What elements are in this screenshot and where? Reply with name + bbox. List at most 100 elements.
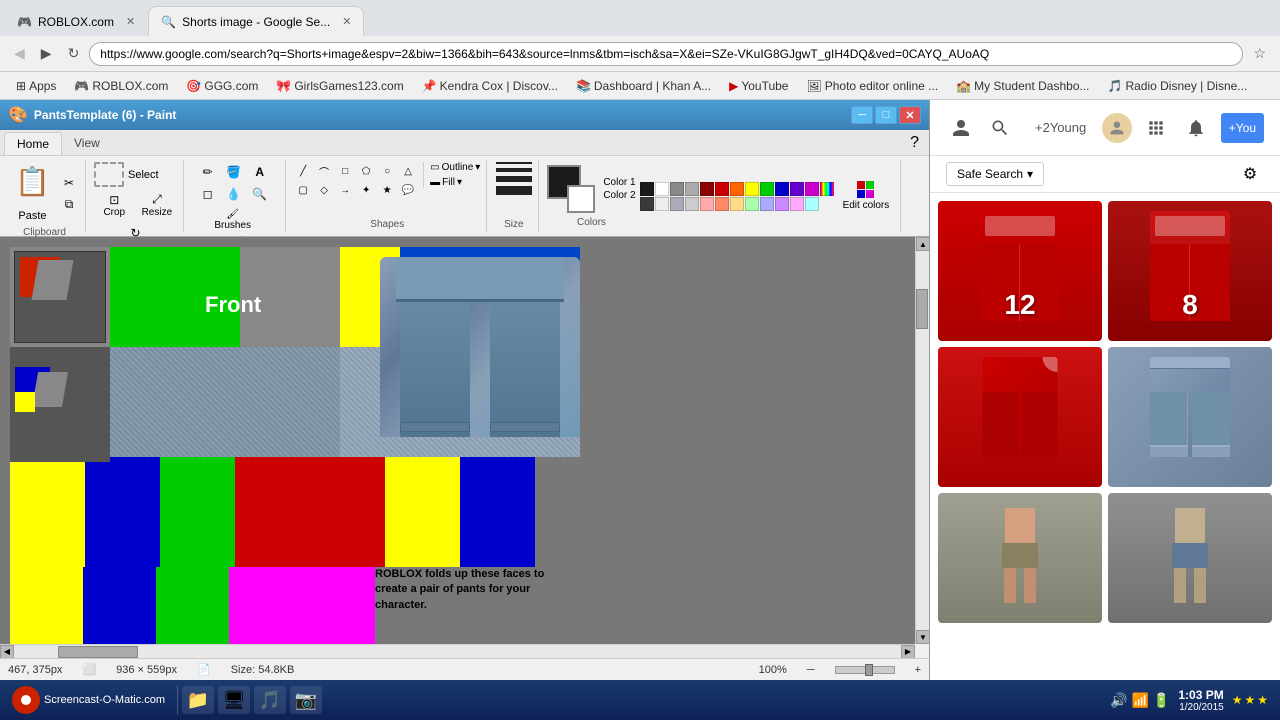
tab-shorts[interactable]: 🔍 Shorts image - Google Se... ✕ [148,6,364,36]
fill-tool[interactable]: 🪣 [224,162,244,182]
vertical-scrollbar[interactable]: ▲ ▼ [915,237,929,644]
pal-white[interactable] [655,182,669,196]
result-item-6[interactable] [1108,493,1272,623]
forward-button[interactable]: ▶ [35,43,58,64]
tab-home[interactable]: Home [4,132,62,155]
pal-cyan[interactable] [805,197,819,211]
zoom-plus[interactable]: + [915,664,921,676]
paint-canvas-scroll[interactable]: Back Front [0,237,915,644]
screencast-item[interactable]: Screencast-O-Matic.com [4,686,173,714]
tab-roblox[interactable]: 🎮 ROBLOX.com ✕ [4,6,148,36]
rrect-tool[interactable]: ▢ [294,181,312,199]
bookmark-radio[interactable]: 🎵 Radio Disney | Disne... [1100,77,1256,95]
bookmark-ggg[interactable]: 🎯 GGG.com [178,77,266,95]
result-image-4[interactable] [1108,347,1272,487]
paint-canvas[interactable]: Back Front [10,247,580,644]
brushes-button[interactable]: 🖌 Brushes [198,206,268,234]
pal-black[interactable] [640,182,654,196]
back-button[interactable]: ◀ [8,43,31,64]
zoom-thumb[interactable] [865,664,873,676]
hscroll-thumb[interactable] [58,646,138,658]
pal-purple[interactable] [790,182,804,196]
pal-yellow[interactable] [745,182,759,196]
tray-icon-3[interactable]: 🔋 [1153,692,1170,709]
maximize-button[interactable]: □ [875,106,897,124]
address-bar[interactable] [89,42,1243,66]
resize-button[interactable]: ⤢ Resize [137,189,178,221]
copy-button[interactable]: ⧉ [59,195,79,215]
pal-lightyellow[interactable] [730,197,744,211]
pal-red[interactable] [715,182,729,196]
paste-label[interactable]: Paste [13,207,51,225]
pal-gray1[interactable] [670,182,684,196]
bookmark-khan[interactable]: 📚 Dashboard | Khan A... [568,77,719,95]
line-tool[interactable]: ╱ [294,162,312,180]
star-button[interactable]: ☆ [1247,43,1272,64]
minimize-button[interactable]: ─ [851,106,873,124]
avatar[interactable] [1102,113,1132,143]
taskbar-music[interactable]: 🎵 [254,686,286,714]
settings-btn[interactable]: ⚙ [1236,160,1264,188]
notifications-btn[interactable] [1181,113,1211,143]
bookmark-youtube[interactable]: ▶ YouTube [721,77,796,95]
search-icon-btn[interactable] [986,113,1016,143]
eraser-tool[interactable]: ◻ [198,184,218,204]
pal-bluegray[interactable] [670,197,684,211]
text-tool[interactable]: A [250,162,270,182]
bookmark-student[interactable]: 🏫 My Student Dashbo... [948,77,1097,95]
pal-lightgreen[interactable] [745,197,759,211]
taskbar-computer[interactable]: 🖥 [218,686,250,714]
star4-tool[interactable]: ✦ [357,181,375,199]
paste-button[interactable]: 📋 [10,162,55,207]
size-3[interactable] [496,176,532,182]
pal-green[interactable] [760,182,774,196]
pal-lightorange[interactable] [715,197,729,211]
fill-dropdown[interactable]: ▾ [457,177,462,188]
size-1[interactable] [496,162,532,164]
cut-button[interactable]: ✂ [59,173,79,193]
bookmark-roblox[interactable]: 🎮 ROBLOX.com [66,77,176,95]
arrow-tool[interactable]: → [336,181,354,199]
crop-button[interactable]: ⊡ Crop [94,190,135,221]
safe-search-dropdown[interactable]: ▾ [1027,167,1033,181]
triangle-tool[interactable]: △ [399,162,417,180]
result-item-3[interactable] [938,347,1102,487]
polygon-tool[interactable]: ⬠ [357,162,375,180]
result-image-3[interactable] [938,347,1102,487]
select-button[interactable] [94,162,124,187]
curve-tool[interactable]: ⌒ [315,162,333,180]
tab-close[interactable]: ✕ [126,15,135,28]
close-button[interactable]: ✕ [899,106,921,124]
pal-lightmagenta[interactable] [790,197,804,211]
pal-magenta[interactable] [805,182,819,196]
size-2[interactable] [496,168,532,172]
edit-colors-button[interactable]: Edit colors [838,176,895,216]
pal-darkgray[interactable] [640,197,654,211]
bookmark-kendra[interactable]: 📌 Kendra Cox | Discov... [414,77,566,95]
star5-tool[interactable]: ★ [378,181,396,199]
pal-gray2[interactable] [685,182,699,196]
people-icon-btn[interactable] [946,113,976,143]
scroll-right[interactable]: ▶ [901,645,915,659]
zoom-minus[interactable]: ─ [807,664,815,676]
result-item-2[interactable]: 8 [1108,201,1272,341]
scroll-thumb[interactable] [916,289,928,329]
pal-blue[interactable] [775,182,789,196]
color2-swatch[interactable] [567,185,595,213]
pal-rainbow[interactable] [820,182,834,196]
colorpick-tool[interactable]: 💧 [224,184,244,204]
result-item-5[interactable] [938,493,1102,623]
magnify-tool[interactable]: 🔍 [250,184,270,204]
pal-lightgray2[interactable] [685,197,699,211]
result-item-1[interactable]: 12 [938,201,1102,341]
pal-orange[interactable] [730,182,744,196]
diamond-tool[interactable]: ◇ [315,181,333,199]
pal-darkred[interactable] [700,182,714,196]
bookmark-apps[interactable]: ⊞ Apps [8,77,64,95]
tab-view[interactable]: View [62,132,112,155]
pal-lightred[interactable] [700,197,714,211]
bookmark-girlsgames[interactable]: 🎀 GirlsGames123.com [268,77,411,95]
result-item-4[interactable] [1108,347,1272,487]
taskbar-screenshot[interactable]: 📷 [290,686,322,714]
result-image-5[interactable] [938,493,1102,623]
